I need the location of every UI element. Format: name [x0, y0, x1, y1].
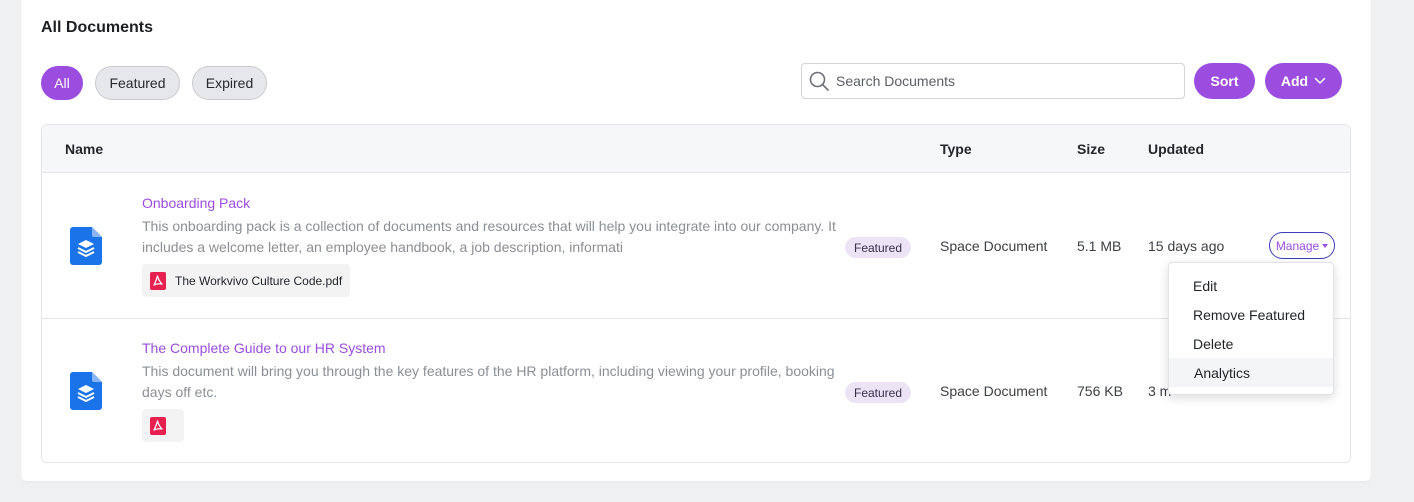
column-header-type: Type	[940, 141, 972, 157]
featured-badge: Featured	[845, 237, 912, 258]
document-stack-icon	[70, 372, 102, 410]
search-input[interactable]	[836, 73, 1166, 89]
document-title-link[interactable]: The Complete Guide to our HR System	[142, 340, 386, 356]
add-button-label: Add	[1280, 73, 1309, 89]
search-icon	[809, 71, 829, 91]
column-header-name: Name	[65, 141, 104, 157]
documents-table: Name Type Size Updated Onboarding Pack T…	[41, 124, 1351, 463]
column-header-size: Size	[1077, 141, 1106, 157]
document-type: Space Document	[940, 383, 1048, 399]
document-description: This document will bring you through the…	[142, 363, 835, 400]
manage-dropdown-button[interactable]: Manage	[1269, 232, 1335, 259]
filter-featured-pill[interactable]: Featured	[95, 66, 180, 100]
table-header: Name Type Size Updated	[42, 125, 1350, 173]
document-stack-icon	[70, 227, 102, 265]
document-size: 5.1 MB	[1077, 238, 1122, 254]
sort-button[interactable]: Sort	[1194, 63, 1255, 99]
menu-item-analytics[interactable]: Analytics	[1169, 358, 1333, 387]
document-size: 756 KB	[1077, 383, 1123, 399]
table-row: Onboarding Pack This onboarding pack is …	[42, 174, 1350, 319]
page-title: All Documents	[41, 19, 154, 36]
menu-item-remove-featured[interactable]: Remove Featured	[1169, 300, 1333, 329]
pdf-file-icon	[150, 416, 166, 435]
manage-button-label: Manage	[1275, 238, 1320, 253]
attachment-filename: The Workvivo Culture Code.pdf	[175, 273, 343, 288]
search-box[interactable]	[801, 63, 1185, 99]
filter-expired-pill[interactable]: Expired	[192, 66, 267, 100]
add-button[interactable]: Add	[1265, 63, 1342, 99]
manage-dropdown-menu: Edit Remove Featured Delete Analytics	[1168, 262, 1334, 395]
document-title-link[interactable]: Onboarding Pack	[142, 195, 250, 211]
document-updated: 15 days ago	[1148, 238, 1225, 254]
caret-down-icon	[1322, 243, 1329, 248]
featured-badge: Featured	[845, 382, 912, 403]
document-description: This onboarding pack is a collection of …	[142, 218, 836, 255]
filter-all-pill[interactable]: All	[41, 66, 83, 100]
menu-item-delete[interactable]: Delete	[1169, 329, 1333, 358]
attachment-chip[interactable]: The Workvivo Culture Code.pdf	[142, 264, 351, 297]
table-row: The Complete Guide to our HR System This…	[42, 319, 1350, 462]
menu-item-edit[interactable]: Edit	[1169, 271, 1333, 300]
chevron-down-icon	[1314, 77, 1326, 84]
document-type: Space Document	[940, 238, 1048, 254]
attachment-chip[interactable]	[142, 409, 184, 442]
pdf-file-icon	[150, 271, 166, 290]
column-header-updated: Updated	[1148, 141, 1204, 157]
